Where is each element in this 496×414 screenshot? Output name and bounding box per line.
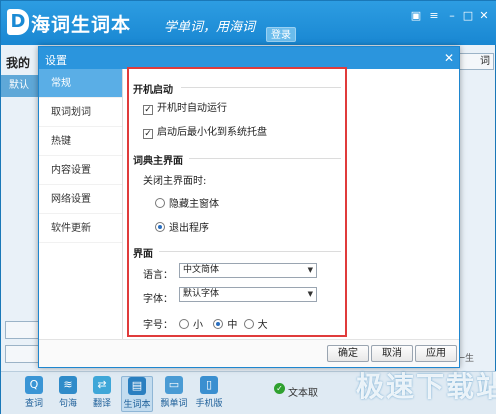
- close-main-window-label: 关闭主界面时:: [143, 176, 207, 187]
- toolbar-item-lookup[interactable]: Q 查词: [19, 376, 49, 412]
- section-interface-heading: 界面: [133, 249, 153, 260]
- apply-button[interactable]: 应用: [415, 345, 457, 362]
- toolbar-item-label: 句海: [58, 399, 77, 409]
- dialog-title: 设置: [45, 54, 67, 67]
- app-logo-text: 海词生词本: [31, 14, 132, 36]
- exit-program-label: 退出程序: [169, 223, 209, 234]
- font-value: 默认字体: [183, 289, 220, 299]
- minimize-tray-checkbox[interactable]: ✓: [143, 129, 153, 139]
- dialog-footer: 确定 取消 应用: [39, 339, 459, 367]
- chevron-down-icon: ▼: [307, 290, 313, 298]
- section-divider: [189, 158, 341, 159]
- search-book-icon: Q: [25, 376, 43, 394]
- toolbar-item-label: 生词本: [123, 400, 151, 410]
- hide-window-radio[interactable]: [155, 198, 165, 208]
- section-divider: [159, 251, 341, 252]
- toolbar-item-label: 飘单词: [160, 399, 188, 409]
- exit-program-radio[interactable]: [155, 222, 165, 232]
- right-side-button[interactable]: 词: [456, 53, 494, 70]
- minimize-tray-row[interactable]: ✓ 启动后最小化到系统托盘: [143, 123, 267, 139]
- text-pick-status[interactable]: 文本取: [288, 384, 318, 399]
- toolbar-item-label: 查词: [24, 399, 43, 409]
- right-bottom-label: 一生: [456, 354, 475, 364]
- ok-button[interactable]: 确定: [327, 345, 369, 362]
- hide-window-option[interactable]: 隐藏主窗体: [155, 195, 219, 210]
- language-label: 语言：: [143, 270, 173, 281]
- auto-run-row[interactable]: ✓ 开机时自动运行: [143, 99, 227, 115]
- maximize-icon[interactable]: □: [460, 9, 476, 23]
- toolbar-item-translate[interactable]: ⇄ 翻译: [87, 376, 117, 412]
- skin-icon[interactable]: ▣: [408, 9, 424, 23]
- sentence-icon: ≋: [59, 376, 77, 394]
- auto-run-label: 开机时自动运行: [157, 103, 227, 114]
- size-small-radio[interactable]: [179, 319, 189, 329]
- font-select[interactable]: 默认字体 ▼: [179, 287, 317, 302]
- menu-icon[interactable]: ≡: [426, 9, 442, 23]
- section-divider: [181, 87, 341, 88]
- general-settings-panel: 开机启动 ✓ 开机时自动运行 ✓ 启动后最小化到系统托盘 词典主界面 关闭主界面时:…: [127, 67, 347, 337]
- size-large-label: 大: [257, 320, 268, 331]
- toolbar-item-mobile[interactable]: ▯ 手机版: [193, 376, 225, 412]
- toolbar-item-label: 翻译: [92, 399, 111, 409]
- cancel-button[interactable]: 取消: [371, 345, 413, 362]
- wordbook-label: 我的: [6, 56, 31, 70]
- close-icon[interactable]: ✕: [476, 9, 492, 23]
- check-icon: ✓: [274, 383, 285, 394]
- chevron-down-icon: ▼: [307, 266, 313, 274]
- left-side-button-2[interactable]: [5, 345, 41, 363]
- wordbook-icon: ▤: [128, 377, 146, 395]
- settings-dialog: 设置 ✕ 常规 取词划词 热键 内容设置 网络设置 软件更新 开机启动 ✓ 开机时…: [38, 46, 460, 368]
- app-header: D 海词生词本 学单词，用海词 登录 ▣ ≡ – □ ✕: [1, 1, 496, 45]
- size-medium-radio[interactable]: [213, 319, 224, 329]
- section-startup-heading: 开机启动: [133, 85, 173, 96]
- auto-run-checkbox[interactable]: ✓: [143, 105, 153, 115]
- translate-icon: ⇄: [93, 376, 111, 394]
- toolbar-item-floating-words[interactable]: ▭ 飘单词: [157, 376, 191, 412]
- toolbar-item-wordbook[interactable]: ▤ 生词本: [121, 376, 153, 412]
- toolbar-item-label: 手机版: [195, 399, 223, 409]
- mobile-icon: ▯: [200, 376, 218, 394]
- settings-nav: 常规 取词划词 热键 内容设置 网络设置 软件更新: [39, 69, 123, 339]
- nav-item-hotkeys[interactable]: 热键: [39, 127, 122, 156]
- size-small-label: 小: [193, 320, 203, 331]
- nav-item-network[interactable]: 网络设置: [39, 185, 122, 214]
- nav-item-updates[interactable]: 软件更新: [39, 214, 122, 243]
- size-large-radio[interactable]: [243, 319, 254, 329]
- minimize-icon[interactable]: –: [444, 9, 460, 23]
- nav-item-content[interactable]: 内容设置: [39, 156, 122, 185]
- size-label: 字号：: [143, 320, 173, 331]
- size-options: 小 中 大: [179, 316, 268, 331]
- app-slogan: 学单词，用海词: [164, 20, 256, 35]
- nav-item-general[interactable]: 常规: [39, 69, 122, 98]
- minimize-tray-label: 启动后最小化到系统托盘: [157, 127, 267, 138]
- login-button[interactable]: 登录: [266, 27, 296, 42]
- nav-item-word-capture[interactable]: 取词划词: [39, 98, 122, 127]
- language-select[interactable]: 中文简体 ▼: [179, 263, 317, 278]
- logo-icon: D: [7, 9, 29, 35]
- tab-default[interactable]: 默认: [1, 75, 41, 97]
- left-side-button-1[interactable]: [5, 321, 41, 339]
- exit-program-option[interactable]: 退出程序: [155, 219, 209, 234]
- toolbar-item-sentences[interactable]: ≋ 句海: [53, 376, 83, 412]
- hide-window-label: 隐藏主窗体: [169, 199, 219, 210]
- floating-word-icon: ▭: [165, 376, 183, 394]
- language-value: 中文简体: [183, 265, 220, 275]
- dialog-titlebar[interactable]: 设置 ✕: [39, 47, 459, 69]
- section-main-window-heading: 词典主界面: [133, 156, 183, 167]
- size-medium-label: 中: [227, 320, 238, 331]
- font-label: 字体：: [143, 294, 173, 305]
- watermark: 极速下载站: [356, 370, 496, 403]
- close-icon[interactable]: ✕: [441, 50, 457, 66]
